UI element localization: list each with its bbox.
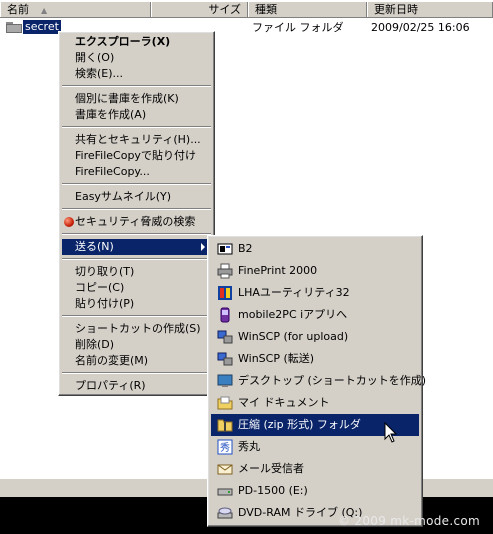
column-header-name[interactable]: 名前 ▲ [0, 2, 151, 17]
menu-copy[interactable]: コピー(C) [62, 280, 211, 296]
zip-folder-icon [217, 419, 233, 432]
sendto-mobile2pc[interactable]: mobile2PC iアプリへ [211, 304, 419, 326]
menu-send-to-label: 送る(N) [75, 240, 114, 253]
dvd-drive-icon [217, 507, 233, 519]
menu-security-threat-scan[interactable]: セキュリティ脅威の検索 [62, 214, 211, 230]
sendto-hidemaru-label: 秀丸 [238, 440, 260, 453]
mail-icon [217, 464, 233, 475]
menu-firefilecopy[interactable]: FireFileCopy... [62, 164, 211, 180]
menu-cut[interactable]: 切り取り(T) [62, 264, 211, 280]
sort-ascending-icon: ▲ [41, 6, 48, 15]
menu-separator [62, 258, 211, 260]
printer-icon [217, 263, 233, 279]
menu-separator [62, 183, 211, 185]
menu-separator [62, 233, 211, 235]
sendto-fineprint-label: FinePrint 2000 [238, 264, 318, 277]
menu-sharing-security[interactable]: 共有とセキュリティ(H)... [62, 132, 211, 148]
desktop-icon [217, 374, 233, 387]
context-menu: エクスプローラ(X) 開く(O) 検索(E)... 個別に書庫を作成(K) 書庫… [58, 31, 215, 396]
sendto-winscp-transfer-label: WinSCP (転送) [238, 352, 315, 365]
column-name-label: 名前 [7, 3, 29, 16]
winscp-icon [217, 330, 233, 344]
sendto-desktop-label: デスクトップ (ショートカットを作成) [238, 374, 427, 387]
sendto-zip-folder-label: 圧縮 (zip 形式) フォルダ [238, 418, 361, 431]
menu-search[interactable]: 検索(E)... [62, 66, 211, 82]
menu-separator [62, 372, 211, 374]
sendto-b2-label: B2 [238, 242, 253, 255]
send-to-submenu: B2 FinePrint 2000 LHAユーティリティ32 mobile2PC… [207, 235, 426, 527]
sendto-lha-label: LHAユーティリティ32 [238, 286, 350, 299]
menu-rename[interactable]: 名前の変更(M) [62, 353, 211, 369]
submenu-arrow-icon [201, 243, 205, 251]
file-modified: 2009/02/25 16:06 [371, 21, 470, 34]
column-header-size[interactable]: サイズ [151, 2, 248, 17]
menu-properties[interactable]: プロパティ(R) [62, 378, 211, 394]
file-name[interactable]: secret [22, 19, 62, 35]
menu-delete[interactable]: 削除(D) [62, 337, 211, 353]
folder-icon [6, 22, 22, 33]
drive-icon [217, 488, 233, 496]
hidemaru-icon: 秀 [217, 439, 233, 455]
sendto-pd1500[interactable]: PD-1500 (E:) [211, 480, 419, 502]
menu-open[interactable]: 開く(O) [62, 50, 211, 66]
sendto-mobile2pc-label: mobile2PC iアプリへ [238, 308, 348, 321]
menu-security-threat-scan-label: セキュリティ脅威の検索 [75, 215, 196, 228]
sendto-mail-recipient[interactable]: メール受信者 [211, 458, 419, 480]
menu-send-to[interactable]: 送る(N) [62, 239, 211, 255]
menu-separator [62, 85, 211, 87]
sendto-b2[interactable]: B2 [211, 238, 419, 260]
mobile-icon [220, 307, 230, 323]
sendto-winscp-transfer[interactable]: WinSCP (転送) [211, 348, 419, 370]
menu-create-individual-archive[interactable]: 個別に書庫を作成(K) [62, 91, 211, 107]
security-scan-icon [64, 217, 74, 227]
sendto-winscp-upload[interactable]: WinSCP (for upload) [211, 326, 419, 348]
menu-separator [62, 126, 211, 128]
menu-create-archive[interactable]: 書庫を作成(A) [62, 107, 211, 123]
lha-icon [218, 286, 232, 300]
my-documents-icon [217, 396, 233, 410]
menu-easy-thumbnail[interactable]: Easyサムネイル(Y) [62, 189, 211, 205]
watermark: © 2009 mk-mode.com [338, 514, 481, 528]
menu-create-shortcut[interactable]: ショートカットの作成(S) [62, 321, 211, 337]
sendto-winscp-upload-label: WinSCP (for upload) [238, 330, 349, 343]
sendto-fineprint[interactable]: FinePrint 2000 [211, 260, 419, 282]
b2-icon [217, 243, 233, 255]
mouse-cursor-icon [384, 422, 398, 443]
column-header-modified[interactable]: 更新日時 [367, 2, 493, 17]
menu-paste[interactable]: 貼り付け(P) [62, 296, 211, 312]
menu-separator [62, 208, 211, 210]
sendto-desktop[interactable]: デスクトップ (ショートカットを作成) [211, 370, 426, 392]
sendto-my-documents[interactable]: マイ ドキュメント [211, 392, 419, 414]
sendto-lha[interactable]: LHAユーティリティ32 [211, 282, 419, 304]
column-header: 名前 ▲ サイズ 種類 更新日時 [0, 2, 493, 18]
column-header-type[interactable]: 種類 [248, 2, 367, 17]
winscp-icon [217, 352, 233, 366]
sendto-mail-recipient-label: メール受信者 [238, 462, 304, 475]
menu-explore[interactable]: エクスプローラ(X) [62, 34, 211, 50]
sendto-pd1500-label: PD-1500 (E:) [238, 484, 308, 497]
file-type: ファイル フォルダ [252, 21, 344, 34]
svg-text:秀: 秀 [220, 442, 230, 454]
menu-separator [62, 315, 211, 317]
menu-firefilecopy-paste[interactable]: FireFileCopyで貼り付け [62, 148, 211, 164]
sendto-my-documents-label: マイ ドキュメント [238, 396, 330, 409]
